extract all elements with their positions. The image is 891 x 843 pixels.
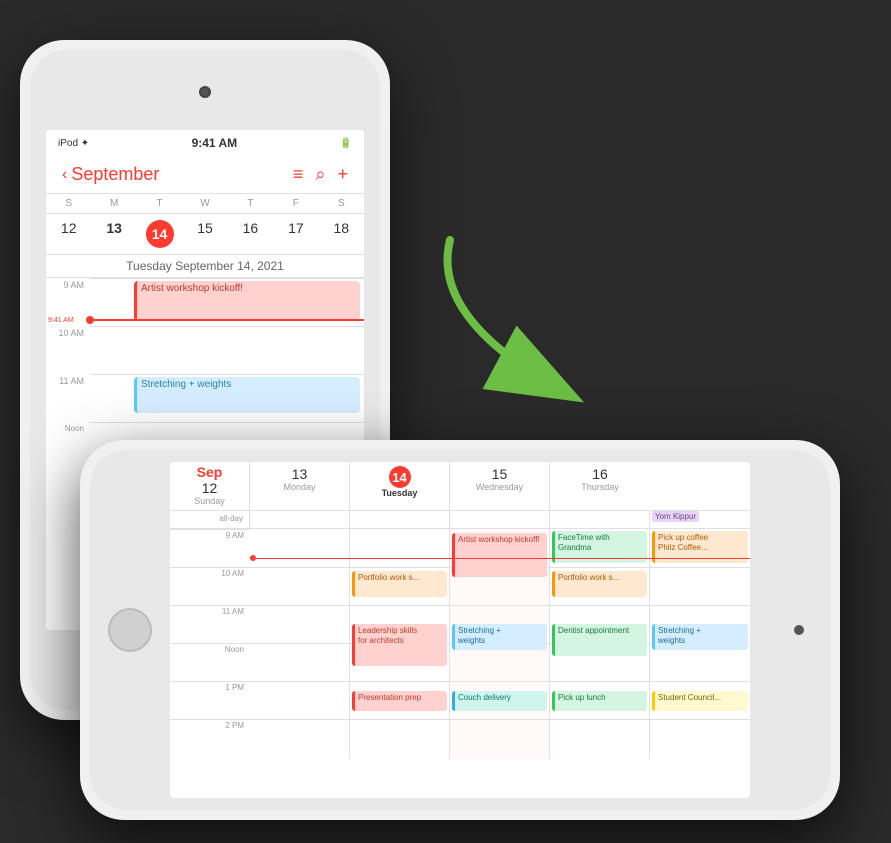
portrait-month-label: September	[71, 164, 159, 185]
time-noon-label: Noon	[170, 643, 250, 681]
all-day-label: all-day	[170, 511, 250, 528]
landscape-event-portfolio-wed[interactable]: Portfolio work s...	[552, 571, 647, 597]
time-2pm-label: 2 PM	[170, 719, 250, 757]
landscape-event-leadership[interactable]: Leadership skillsfor architects	[352, 624, 447, 666]
time-slot-11am: 11 AM Stretching + weights	[46, 374, 364, 422]
date-12[interactable]: 12	[46, 218, 91, 250]
portrait-event-workshop[interactable]: Artist workshop kickoff!	[134, 281, 360, 321]
portrait-battery: 🔋	[340, 138, 352, 149]
day-t1: T	[137, 198, 182, 209]
landscape-calendar-grid: Portfolio work s... Leadership skillsfor…	[250, 529, 750, 759]
day-s2: S	[319, 198, 364, 209]
landscape-event-couch-delivery[interactable]: Couch delivery	[452, 691, 547, 711]
portrait-header-icons: ≡ ⌕ +	[293, 164, 348, 185]
time-11am-label: 11 AM	[170, 605, 250, 643]
landscape-event-portfolio-mon[interactable]: Portfolio work s...	[352, 571, 447, 597]
landscape-current-time-line	[250, 555, 750, 561]
grid-col-thursday[interactable]: Pick up coffeePhilz Coffee... Stretching…	[650, 529, 750, 759]
week-dates-row: 12 13 14 15 16 17 18	[46, 214, 364, 255]
day-f: F	[273, 198, 318, 209]
portrait-current-time: 9:41 AM	[90, 316, 364, 324]
date-num-12: 12	[172, 480, 247, 496]
col-13[interactable]: 13 Monday	[250, 462, 350, 510]
date-13[interactable]: 13	[91, 218, 136, 250]
day-s1: S	[46, 198, 91, 209]
day-t2: T	[228, 198, 273, 209]
yom-kippur-event[interactable]: Yom Kippur	[652, 511, 699, 522]
all-day-col-16: Yom Kippur	[650, 511, 750, 528]
col-14-today[interactable]: 14 Tuesday	[350, 462, 450, 510]
time-10am-label: 10 AM	[170, 567, 250, 605]
all-day-col-15	[550, 511, 650, 528]
ipod-landscape-device: Sep 12 Sunday 13 Monday 14 Tuesday 15 W	[80, 440, 840, 820]
time-label-10am: 10 AM	[46, 326, 90, 374]
date-15[interactable]: 15	[182, 218, 227, 250]
search-icon[interactable]: ⌕	[315, 164, 325, 185]
time-9am-label: 9 AM	[170, 529, 250, 567]
landscape-time-column: 9 AM 10 AM 11 AM Noon 1 PM 2 PM	[170, 529, 250, 759]
date-num-13: 13	[252, 466, 347, 482]
date-num-15: 15	[452, 466, 547, 482]
portrait-calendar-header: ‹ September ≡ ⌕ +	[46, 156, 364, 194]
portrait-event-stretching[interactable]: Stretching + weights	[134, 377, 360, 413]
date-num-16: 16	[552, 466, 648, 482]
today-num-14: 14	[389, 466, 411, 488]
day-w: W	[182, 198, 227, 209]
landscape-event-presentation[interactable]: Presentation prep	[352, 691, 447, 711]
day-name-thursday: Thursday	[552, 482, 648, 492]
all-day-col-12	[250, 511, 350, 528]
day-name-tuesday: Tuesday	[352, 488, 447, 498]
col-16[interactable]: 16 Thursday	[550, 462, 650, 510]
portrait-selected-day: Tuesday September 14, 2021	[46, 255, 364, 278]
portrait-back-button[interactable]: ‹ September	[62, 164, 159, 185]
landscape-event-stretching-thu[interactable]: Stretching +weights	[652, 624, 748, 650]
grid-col-sunday[interactable]	[250, 529, 350, 759]
col-sep-12[interactable]: Sep 12 Sunday	[170, 462, 250, 510]
landscape-screen: Sep 12 Sunday 13 Monday 14 Tuesday 15 W	[170, 462, 750, 798]
landscape-event-student-council[interactable]: Student Council...	[652, 691, 748, 711]
add-event-icon[interactable]: +	[337, 164, 348, 185]
date-16[interactable]: 16	[228, 218, 273, 250]
day-name-wednesday: Wednesday	[452, 482, 547, 492]
grid-col-tuesday[interactable]: Artist workshop kickoff! Stretching +wei…	[450, 529, 550, 759]
landscape-calendar-body: 9 AM 10 AM 11 AM Noon 1 PM 2 PM	[170, 529, 750, 759]
landscape-all-day-row: all-day Yom Kippur	[170, 511, 750, 529]
date-17[interactable]: 17	[273, 218, 318, 250]
landscape-event-pickup-lunch[interactable]: Pick up lunch	[552, 691, 647, 711]
day-m: M	[91, 198, 136, 209]
all-day-col-13	[350, 511, 450, 528]
landscape-camera	[794, 625, 804, 635]
time-1pm-label: 1 PM	[170, 681, 250, 719]
date-18[interactable]: 18	[319, 218, 364, 250]
landscape-calendar-header: Sep 12 Sunday 13 Monday 14 Tuesday 15 W	[170, 462, 750, 511]
landscape-home-button[interactable]	[108, 608, 152, 652]
grid-col-wednesday[interactable]: FaceTime with Grandma Portfolio work s..…	[550, 529, 650, 759]
week-days-row: S M T W T F S	[46, 194, 364, 214]
portrait-camera	[199, 86, 211, 98]
day-name-monday: Monday	[252, 482, 347, 492]
time-label-noon: Noon	[46, 422, 90, 470]
portrait-status-left: iPod ✦	[58, 138, 89, 149]
col-15[interactable]: 15 Wednesday	[450, 462, 550, 510]
date-14-today[interactable]: 14	[137, 218, 182, 250]
grid-col-monday[interactable]: Portfolio work s... Leadership skillsfor…	[350, 529, 450, 759]
landscape-event-stretching-tue[interactable]: Stretching +weights	[452, 624, 547, 650]
portrait-clock: 9:41 AM	[192, 136, 238, 150]
day-name-sunday: Sunday	[172, 496, 247, 506]
all-day-col-14	[450, 511, 550, 528]
portrait-status-bar: iPod ✦ 9:41 AM 🔋	[46, 130, 364, 156]
time-label-11am: 11 AM	[46, 374, 90, 422]
time-slot-10am: 10 AM	[46, 326, 364, 374]
month-label-sep: Sep	[172, 464, 247, 480]
landscape-event-dentist[interactable]: Dentist appointment	[552, 624, 647, 656]
list-icon[interactable]: ≡	[293, 164, 304, 185]
